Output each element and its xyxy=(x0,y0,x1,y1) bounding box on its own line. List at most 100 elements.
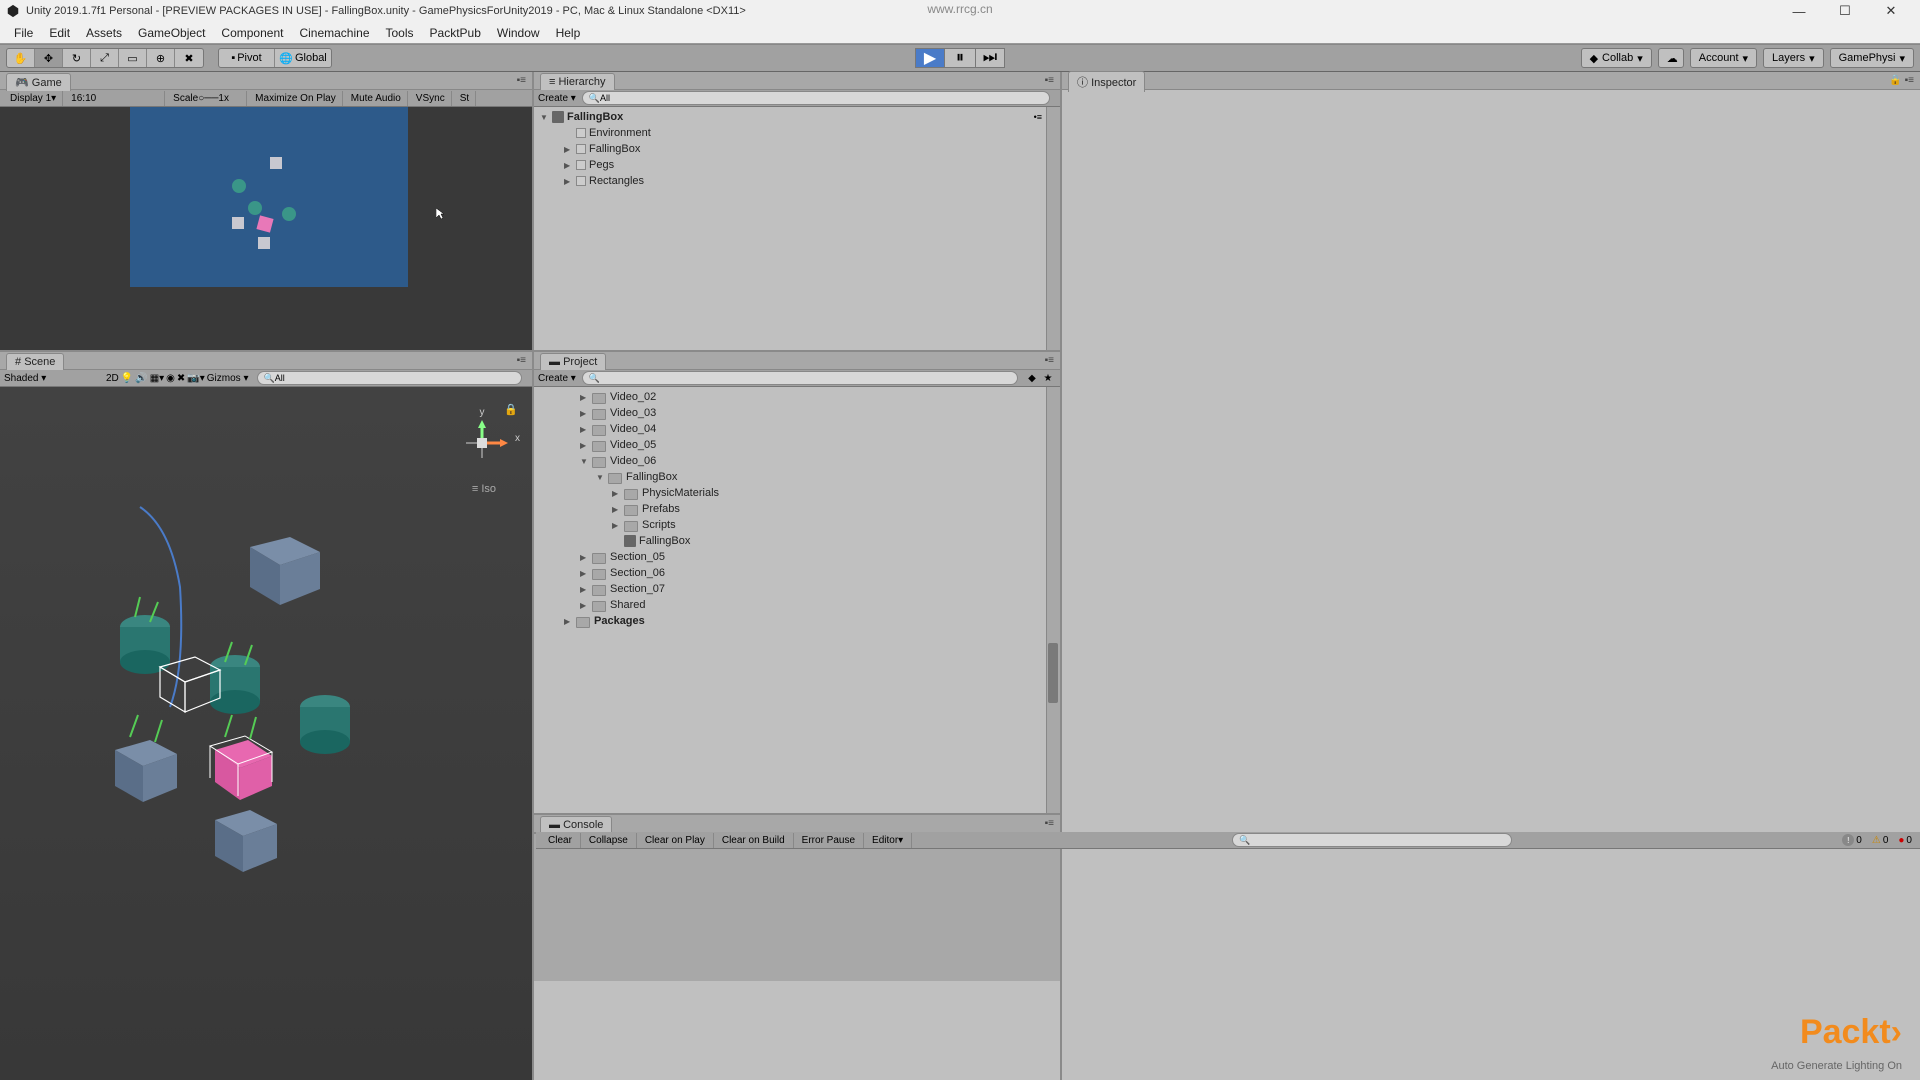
console-error-count[interactable]: ●0 xyxy=(1894,835,1916,846)
scene-panel-menu[interactable]: ▪≡ xyxy=(517,355,526,366)
project-item[interactable]: ▼Video_06 xyxy=(534,453,1060,469)
pause-button[interactable]: ⏸ xyxy=(945,48,975,68)
project-item[interactable]: ▶Packages xyxy=(534,613,1060,629)
menu-cinemachine[interactable]: Cinemachine xyxy=(291,24,377,42)
project-item[interactable]: ▶Scripts xyxy=(534,517,1060,533)
console-clear-button[interactable]: Clear xyxy=(540,833,581,848)
lighting-toggle[interactable]: 💡 xyxy=(121,373,133,384)
project-item[interactable]: ▶Video_05 xyxy=(534,437,1060,453)
maximize-toggle[interactable]: Maximize On Play xyxy=(249,91,343,106)
fx-toggle[interactable]: ▦▾ xyxy=(150,373,164,384)
project-scrollbar[interactable] xyxy=(1046,387,1060,813)
mode-2d-toggle[interactable]: 2D xyxy=(106,373,119,384)
console-collapse-toggle[interactable]: Collapse xyxy=(581,833,637,848)
scale-tool-button[interactable]: ⤢ xyxy=(91,49,119,67)
close-button[interactable]: ✕ xyxy=(1868,0,1914,22)
scene-menu-icon[interactable]: •≡ xyxy=(1034,112,1042,122)
gizmo1-toggle[interactable]: ◉ xyxy=(166,373,175,384)
project-tab[interactable]: ▬ Project xyxy=(540,353,606,370)
hierarchy-panel-menu[interactable]: ▪≡ xyxy=(1045,75,1054,86)
console-panel-menu[interactable]: ▪≡ xyxy=(1045,818,1054,829)
menu-edit[interactable]: Edit xyxy=(41,24,78,42)
console-info-count[interactable]: !0 xyxy=(1838,834,1866,846)
project-search[interactable]: 🔍 xyxy=(582,371,1018,385)
hierarchy-item[interactable]: Environment xyxy=(534,125,1060,141)
layout-dropdown[interactable]: GamePhysi▾ xyxy=(1830,48,1914,68)
vsync-toggle[interactable]: VSync xyxy=(410,91,452,106)
console-editor-dropdown[interactable]: Editor ▾ xyxy=(864,833,912,848)
hand-tool-button[interactable]: ✋ xyxy=(7,49,35,67)
play-button[interactable]: ▶ xyxy=(915,48,945,68)
audio-toggle[interactable]: 🔊 xyxy=(135,373,147,384)
scene-search[interactable]: 🔍All xyxy=(257,371,523,385)
project-item[interactable]: ▶Section_07 xyxy=(534,581,1060,597)
project-item[interactable]: ▶Video_03 xyxy=(534,405,1060,421)
rotate-tool-button[interactable]: ↻ xyxy=(63,49,91,67)
hierarchy-search[interactable]: 🔍All xyxy=(582,91,1050,105)
project-item[interactable]: ▶Video_02 xyxy=(534,389,1060,405)
project-item[interactable]: ▶Section_05 xyxy=(534,549,1060,565)
global-button[interactable]: 🌐 Global xyxy=(275,49,331,67)
step-button[interactable]: ⏭ xyxy=(975,48,1005,68)
console-clear-build-toggle[interactable]: Clear on Build xyxy=(714,833,794,848)
custom-tool-button[interactable]: ✖ xyxy=(175,49,203,67)
layers-dropdown[interactable]: Layers ▾ xyxy=(1763,48,1824,68)
console-body[interactable] xyxy=(534,833,1060,1080)
project-filter2-button[interactable]: ★ xyxy=(1040,373,1056,384)
scale-slider[interactable]: Scale ○── 1x xyxy=(167,91,247,106)
minimize-button[interactable]: — xyxy=(1776,0,1822,22)
gizmo2-toggle[interactable]: ✖ xyxy=(177,373,185,384)
scene-tab[interactable]: # Scene xyxy=(6,353,64,370)
rect-tool-button[interactable]: ▭ xyxy=(119,49,147,67)
project-item[interactable]: ▶Section_06 xyxy=(534,565,1060,581)
project-item[interactable]: ▶PhysicMaterials xyxy=(534,485,1060,501)
project-panel-menu[interactable]: ▪≡ xyxy=(1045,355,1054,366)
project-item[interactable]: ▶Shared xyxy=(534,597,1060,613)
game-view[interactable] xyxy=(0,107,532,350)
gizmos-dropdown[interactable]: Gizmos ▾ xyxy=(207,373,249,384)
hierarchy-item[interactable]: ▶ Pegs xyxy=(534,157,1060,173)
menu-gameobject[interactable]: GameObject xyxy=(130,24,213,42)
pivot-button[interactable]: ▪ Pivot xyxy=(219,49,275,67)
hierarchy-tree[interactable]: ▼ FallingBox •≡ Environment ▶ FallingBox… xyxy=(534,107,1060,350)
hierarchy-create-dropdown[interactable]: Create ▾ xyxy=(538,93,576,104)
menu-file[interactable]: File xyxy=(6,24,41,42)
console-clear-play-toggle[interactable]: Clear on Play xyxy=(637,833,714,848)
camera-toggle[interactable]: 📷▾ xyxy=(187,373,204,384)
hierarchy-scene-row[interactable]: ▼ FallingBox •≡ xyxy=(534,109,1060,125)
console-search[interactable]: 🔍 xyxy=(1232,833,1512,847)
menu-assets[interactable]: Assets xyxy=(78,24,130,42)
transform-tool-button[interactable]: ⊕ xyxy=(147,49,175,67)
aspect-dropdown[interactable]: 16:10 xyxy=(65,91,165,106)
menu-component[interactable]: Component xyxy=(213,24,291,42)
inspector-panel-menu[interactable]: 🔒 ▪≡ xyxy=(1889,75,1914,86)
project-create-dropdown[interactable]: Create ▾ xyxy=(538,373,576,384)
shaded-dropdown[interactable]: Shaded ▾ xyxy=(4,373,104,384)
menu-tools[interactable]: Tools xyxy=(378,24,422,42)
collab-dropdown[interactable]: ◆ Collab ▾ xyxy=(1581,48,1652,68)
project-filter1-button[interactable]: ◆ xyxy=(1024,373,1040,384)
scene-view[interactable]: y x 🔒 ≡ Iso xyxy=(0,387,532,1080)
inspector-body[interactable] xyxy=(1062,90,1920,1080)
project-item[interactable]: ▼FallingBox xyxy=(534,469,1060,485)
cloud-button[interactable]: ☁ xyxy=(1658,48,1684,68)
menu-window[interactable]: Window xyxy=(489,24,548,42)
console-error-pause-toggle[interactable]: Error Pause xyxy=(794,833,864,848)
hierarchy-tab[interactable]: ≡ Hierarchy xyxy=(540,73,615,90)
project-item[interactable]: FallingBox xyxy=(534,533,1060,549)
console-tab[interactable]: ▬ Console xyxy=(540,816,612,833)
inspector-tab[interactable]: ⓘ Inspector xyxy=(1068,71,1145,92)
project-item[interactable]: ▶Video_04 xyxy=(534,421,1060,437)
game-tab[interactable]: 🎮 Game xyxy=(6,73,71,91)
stats-toggle[interactable]: St xyxy=(454,91,476,106)
hierarchy-scrollbar[interactable] xyxy=(1046,107,1060,350)
display-dropdown[interactable]: Display 1 ▾ xyxy=(4,91,63,106)
hierarchy-item[interactable]: ▶ FallingBox xyxy=(534,141,1060,157)
account-dropdown[interactable]: Account ▾ xyxy=(1690,48,1757,68)
mute-toggle[interactable]: Mute Audio xyxy=(345,91,408,106)
project-tree[interactable]: ▶Video_02▶Video_03▶Video_04▶Video_05▼Vid… xyxy=(534,387,1060,813)
project-item[interactable]: ▶Prefabs xyxy=(534,501,1060,517)
console-warn-count[interactable]: ⚠0 xyxy=(1868,835,1893,846)
game-panel-menu[interactable]: ▪≡ xyxy=(517,75,526,86)
menu-help[interactable]: Help xyxy=(548,24,589,42)
